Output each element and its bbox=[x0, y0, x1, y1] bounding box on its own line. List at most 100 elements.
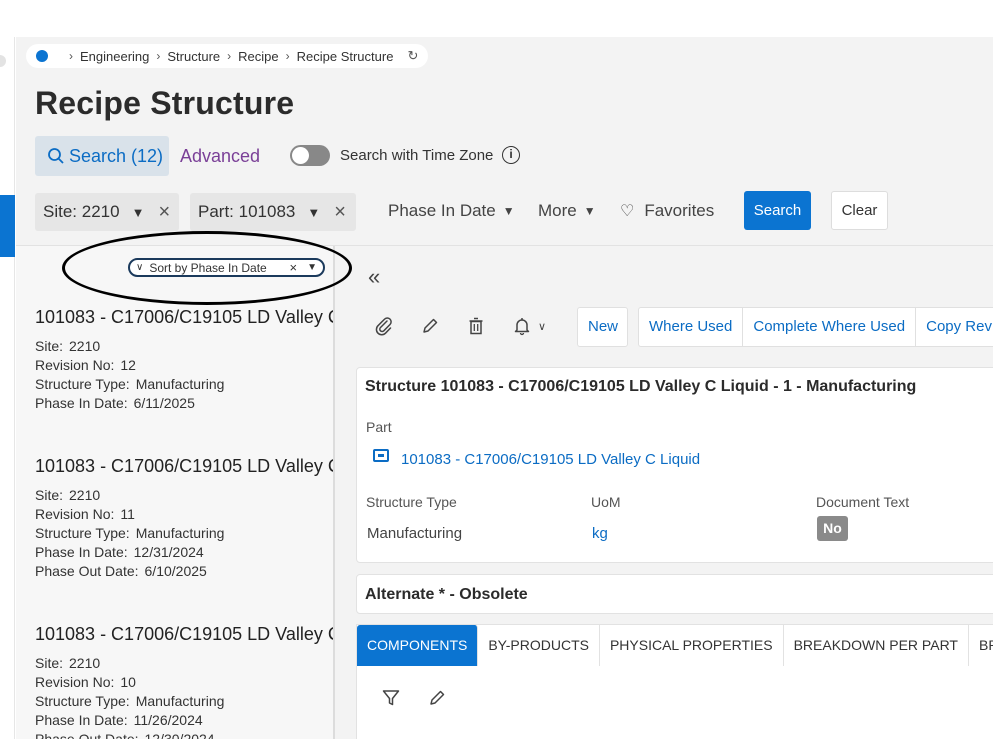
clear-button[interactable]: Clear bbox=[831, 191, 888, 230]
chevron-right-icon: › bbox=[69, 49, 73, 63]
structure-type-value: Manufacturing bbox=[135, 693, 225, 709]
copy-revision-button[interactable]: Copy Rev bbox=[916, 307, 993, 347]
site-value: 2210 bbox=[69, 487, 101, 503]
list-item[interactable]: 101083 - C17006/C19105 LD Valley C Site:… bbox=[35, 624, 333, 739]
search-tab-button[interactable]: Search (12) bbox=[35, 136, 169, 176]
phase-in-date-filter[interactable]: Phase In Date ▼ bbox=[388, 201, 515, 221]
revision-label: Revision No: bbox=[35, 357, 115, 373]
favorites-label: Favorites bbox=[644, 201, 715, 220]
breadcrumb-recipe-structure: Recipe Structure bbox=[296, 48, 394, 64]
tab-physical-properties[interactable]: Physical Properties bbox=[600, 625, 784, 666]
chevron-right-icon: › bbox=[285, 49, 290, 63]
detail-tabs: Components By-Products Physical Properti… bbox=[356, 624, 993, 666]
components-tab-content bbox=[356, 666, 993, 739]
part-filter-chip[interactable]: Part: 101083 ▼ × bbox=[190, 193, 356, 231]
revision-label: Revision No: bbox=[35, 506, 115, 522]
uom-link[interactable]: kg bbox=[592, 525, 608, 542]
trash-icon[interactable] bbox=[458, 308, 494, 344]
alternate-card[interactable]: Alternate * - Obsolete bbox=[356, 574, 993, 614]
action-bar: New Where Used Complete Where Used Copy … bbox=[577, 307, 993, 347]
pencil-icon[interactable] bbox=[427, 688, 447, 713]
alternate-card-title: Alternate * - Obsolete bbox=[365, 586, 528, 603]
close-icon[interactable]: × bbox=[290, 260, 298, 275]
part-link[interactable]: 101083 - C17006/C19105 LD Valley C Liqui… bbox=[401, 451, 700, 468]
sort-label: Sort by Phase In Date bbox=[149, 260, 267, 275]
home-icon[interactable] bbox=[36, 50, 48, 62]
close-icon[interactable]: × bbox=[334, 202, 346, 222]
caret-down-icon: ▼ bbox=[583, 204, 596, 218]
rail-handle[interactable] bbox=[0, 55, 6, 67]
results-list-panel: ∨ Sort by Phase In Date × ▼ 101083 - C17… bbox=[16, 246, 335, 739]
record-title: 101083 - C17006/C19105 LD Valley C bbox=[35, 456, 335, 476]
info-icon[interactable]: i bbox=[502, 146, 520, 164]
caret-down-icon[interactable]: ▼ bbox=[132, 205, 145, 220]
site-value: 2210 bbox=[69, 338, 101, 354]
structure-type-label: Structure Type: bbox=[35, 376, 130, 392]
uom-label: UoM bbox=[591, 494, 621, 510]
more-label: More bbox=[538, 201, 577, 220]
filter-icon[interactable] bbox=[381, 688, 401, 713]
search-button[interactable]: Search bbox=[744, 191, 811, 230]
chevron-down-icon[interactable]: ∨ bbox=[538, 320, 546, 333]
phase-in-value: 11/26/2024 bbox=[133, 712, 203, 728]
advanced-search-link[interactable]: Advanced bbox=[180, 146, 260, 167]
timezone-toggle-label: Search with Time Zone bbox=[340, 147, 494, 164]
phase-in-label: Phase In Date: bbox=[35, 712, 128, 728]
phase-out-label: Phase Out Date: bbox=[35, 563, 139, 579]
site-label: Site: bbox=[35, 655, 64, 671]
part-label: Part bbox=[366, 419, 392, 435]
caret-down-icon[interactable]: ▼ bbox=[307, 205, 320, 220]
page-title: Recipe Structure bbox=[35, 85, 295, 121]
site-value: 2210 bbox=[69, 655, 101, 671]
heart-icon: ♡ bbox=[620, 203, 635, 220]
search-tab-label: Search (12) bbox=[69, 145, 164, 166]
site-filter-label: Site: 2210 bbox=[43, 202, 120, 221]
breadcrumb-engineering[interactable]: Engineering bbox=[80, 49, 149, 64]
tab-components[interactable]: Components bbox=[357, 625, 479, 666]
structure-type-label: Structure Type bbox=[366, 494, 457, 510]
complete-where-used-button[interactable]: Complete Where Used bbox=[743, 307, 917, 347]
tab-break[interactable]: Break bbox=[969, 625, 993, 666]
structure-card: Structure 101083 - C17006/C19105 LD Vall… bbox=[356, 367, 993, 563]
part-icon bbox=[373, 449, 389, 462]
pencil-icon[interactable] bbox=[412, 308, 448, 344]
revision-value: 12 bbox=[120, 357, 136, 373]
sort-chip[interactable]: ∨ Sort by Phase In Date × ▼ bbox=[128, 258, 325, 277]
part-filter-label: Part: 101083 bbox=[198, 202, 296, 221]
record-toolbar: ∨ bbox=[366, 308, 560, 344]
list-item[interactable]: 101083 - C17006/C19105 LD Valley C Site:… bbox=[35, 456, 335, 579]
tab-breakdown-per-part[interactable]: Breakdown Per Part bbox=[784, 625, 969, 666]
breadcrumb-structure[interactable]: Structure bbox=[167, 49, 220, 64]
breadcrumb-recipe[interactable]: Recipe bbox=[238, 49, 278, 64]
phase-out-value: 6/10/2025 bbox=[144, 563, 207, 579]
chevron-down-icon[interactable]: ∨ bbox=[136, 262, 143, 273]
caret-down-icon[interactable]: ▼ bbox=[307, 262, 317, 273]
list-item[interactable]: 101083 - C17006/C19105 LD Valley C Site:… bbox=[35, 307, 335, 411]
record-title: 101083 - C17006/C19105 LD Valley C bbox=[35, 307, 335, 327]
timezone-toggle[interactable] bbox=[290, 145, 330, 166]
chevron-right-icon: › bbox=[227, 49, 232, 63]
close-icon[interactable]: × bbox=[158, 202, 170, 222]
tab-by-products[interactable]: By-Products bbox=[478, 625, 600, 666]
phase-out-label: Phase Out Date: bbox=[35, 731, 139, 739]
app-main: › Engineering › Structure › Recipe › Rec… bbox=[16, 37, 993, 739]
site-filter-chip[interactable]: Site: 2210 ▼ × bbox=[35, 193, 179, 231]
document-text-label: Document Text bbox=[816, 494, 910, 510]
phase-in-value: 12/31/2024 bbox=[133, 544, 204, 560]
revision-value: 10 bbox=[120, 674, 136, 690]
new-button[interactable]: New bbox=[577, 307, 628, 347]
rail-active-indicator bbox=[0, 195, 15, 257]
bell-icon[interactable] bbox=[504, 308, 540, 344]
breadcrumb: › Engineering › Structure › Recipe › Rec… bbox=[26, 44, 429, 68]
refresh-icon[interactable]: ↻ bbox=[407, 48, 418, 64]
collapse-panel-icon[interactable]: « bbox=[368, 264, 380, 290]
document-text-badge: No bbox=[817, 516, 848, 541]
phase-out-value: 12/30/2024 bbox=[144, 731, 215, 739]
site-label: Site: bbox=[35, 487, 64, 503]
favorites-button[interactable]: ♡ Favorites bbox=[620, 201, 714, 221]
caret-down-icon: ▼ bbox=[502, 204, 515, 218]
more-filters-dropdown[interactable]: More ▼ bbox=[538, 201, 596, 221]
paperclip-icon[interactable] bbox=[366, 308, 402, 344]
phase-in-label: Phase In Date: bbox=[35, 395, 128, 411]
where-used-button[interactable]: Where Used bbox=[638, 307, 744, 347]
